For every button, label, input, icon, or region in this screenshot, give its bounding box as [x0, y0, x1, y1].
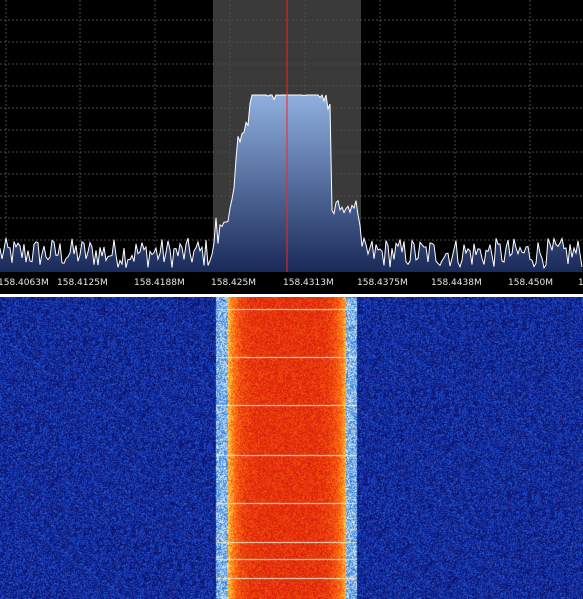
spectrum-display[interactable]	[0, 0, 583, 272]
freq-label-1: 158.4063M	[0, 278, 49, 288]
freq-label-3: 158.4188M	[134, 278, 185, 288]
waterfall-display[interactable]	[0, 297, 583, 599]
freq-label-8: 158.450M	[508, 278, 553, 288]
freq-label-6: 158.4375M	[357, 278, 408, 288]
freq-label-5: 158.4313M	[283, 278, 334, 288]
freq-label-2: 158.4125M	[57, 278, 108, 288]
spectrum-plot[interactable]	[0, 0, 583, 272]
freq-label-4: 158.425M	[211, 278, 256, 288]
freq-label-9: 1	[578, 278, 583, 288]
freq-label-7: 158.4438M	[431, 278, 482, 288]
waterfall-canvas	[0, 297, 583, 599]
frequency-axis: 158.4063M 158.4125M 158.4188M 158.425M 1…	[0, 272, 583, 294]
